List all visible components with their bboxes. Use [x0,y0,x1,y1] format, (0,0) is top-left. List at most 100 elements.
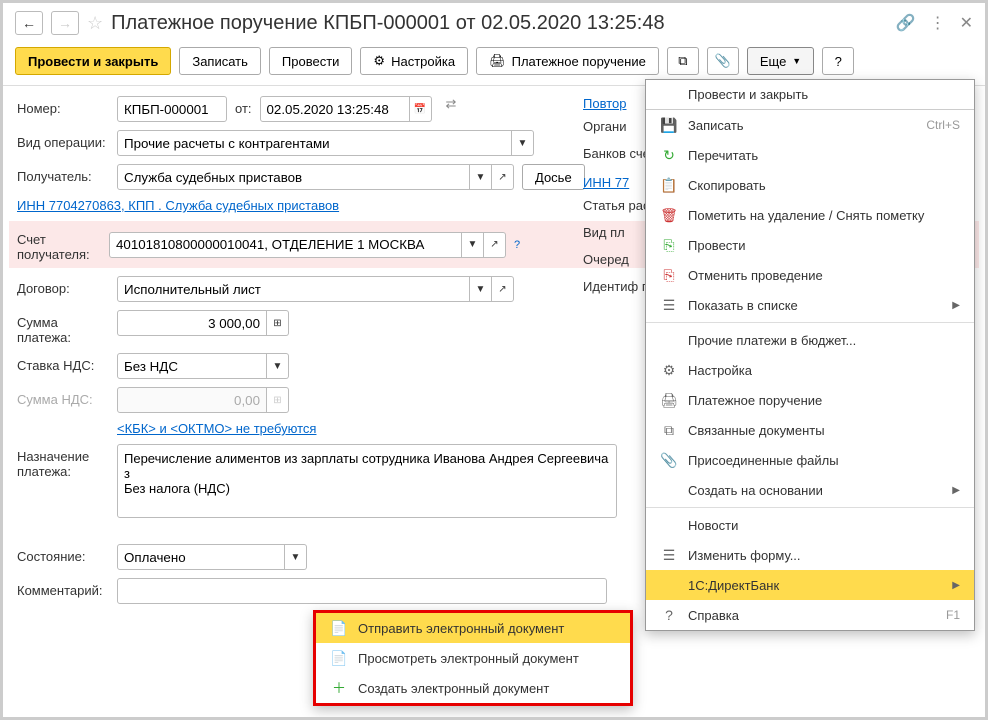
attach-button[interactable]: 📎 [707,47,739,75]
recip-acc-dropdown[interactable]: ▼ [462,232,484,258]
chevron-down-icon: ▼ [792,56,801,66]
state-context-menu: 📄 Отправить электронный документ 📄 Просм… [313,610,633,706]
menu-copy[interactable]: 📋 Скопировать [646,170,974,200]
chevron-right-icon: ▶ [952,300,960,311]
menu-view-edoc[interactable]: 📄 Просмотреть электронный документ [316,643,630,673]
paperclip-icon: 📎 [660,452,678,469]
close-window-icon[interactable]: ✕ [960,13,973,33]
menu-linked[interactable]: ⧉ Связанные документы [646,415,974,445]
calendar-button[interactable]: 📅 [410,96,432,122]
transfer-icon[interactable]: ⇄ [446,96,457,112]
menu-create-base[interactable]: Создать на основании ▶ [646,475,974,505]
menu-edit-form[interactable]: ☰ Изменить форму... [646,540,974,570]
menu-show-list[interactable]: ☰ Показать в списке ▶ [646,290,974,320]
comment-input[interactable] [117,578,607,604]
recip-acc-open[interactable]: ↗ [484,232,506,258]
link-icon[interactable]: 🔗 [896,13,916,33]
repeat-link[interactable]: Повтор [583,96,626,111]
vat-amount-label: Сумма НДС: [17,387,109,407]
menu-attached[interactable]: 📎 Присоединенные файлы [646,445,974,475]
recipient-dropdown[interactable]: ▼ [470,164,492,190]
linked-icon: ⧉ [660,422,678,439]
menu-news[interactable]: Новости [646,510,974,540]
state-input[interactable] [117,544,285,570]
contract-open[interactable]: ↗ [492,276,514,302]
chevron-right-icon: ▶ [952,580,960,591]
menu-unpost[interactable]: ⎘ Отменить проведение [646,260,974,290]
help-icon: ? [660,607,678,623]
more-button[interactable]: Еще ▼ [747,47,814,75]
menu-post[interactable]: ⎘ Провести [646,230,974,260]
forward-button[interactable]: → [51,11,79,35]
vat-rate-dropdown[interactable]: ▼ [267,353,289,379]
copy-icon: 📋 [660,177,678,194]
contract-input[interactable] [117,276,470,302]
kbk-oktmo-link[interactable]: <КБК> и <ОКТМО> не требуются [117,421,316,436]
kebab-menu-icon[interactable]: ⋮ [930,13,946,33]
vat-amount-calc: ⊞ [267,387,289,413]
add-icon: ＋ [330,678,348,698]
menu-save[interactable]: 💾 Записать Ctrl+S [646,110,974,140]
recipient-label: Получатель: [17,164,109,184]
back-button[interactable]: ← [15,11,43,35]
menu-print[interactable]: 🖨 Платежное поручение [646,385,974,415]
view-doc-icon: 📄 [330,650,348,667]
post-button[interactable]: Провести [269,47,353,75]
refresh-icon: ↻ [660,147,678,164]
queue-label: Очеред [583,252,629,267]
printer-icon: 🖨 [660,392,678,409]
save-button[interactable]: Записать [179,47,261,75]
print-button[interactable]: 🖨Платежное поручение [476,47,659,75]
comment-label: Комментарий: [17,578,109,598]
state-dropdown[interactable]: ▼ [285,544,307,570]
purpose-label: Назначение платежа: [17,444,109,479]
menu-post-close[interactable]: Провести и закрыть [646,80,974,110]
more-dropdown-menu: Провести и закрыть 💾 Записать Ctrl+S ↻ П… [645,79,975,631]
menu-reread[interactable]: ↻ Перечитать [646,140,974,170]
calendar-icon: 📅 [414,104,426,115]
menu-send-edoc[interactable]: 📄 Отправить электронный документ [316,613,630,643]
menu-other-budget[interactable]: Прочие платежи в бюджет... [646,325,974,355]
settings-button[interactable]: ⚙Настройка [360,47,468,75]
vat-rate-input[interactable] [117,353,267,379]
post-and-close-button[interactable]: Провести и закрыть [15,47,171,75]
date-input[interactable] [260,96,410,122]
menu-mark-delete[interactable]: 🗑 Пометить на удаление / Снять пометку [646,200,974,230]
state-label: Состояние: [17,544,109,564]
recipient-inn-link[interactable]: ИНН 7704270863, КПП . Служба судебных пр… [17,198,339,213]
number-input[interactable] [117,96,227,122]
inn2-link[interactable]: ИНН 77 [583,175,629,190]
vat-amount-input [117,387,267,413]
structure-button[interactable]: ⧉ [667,47,699,75]
op-type-label: Вид операции: [17,130,109,150]
purpose-textarea[interactable]: Перечисление алиментов из зарплаты сотру… [117,444,617,518]
recipient-input[interactable] [117,164,470,190]
list-icon: ☰ [660,297,678,314]
menu-settings[interactable]: ⚙ Настройка [646,355,974,385]
op-type-input[interactable] [117,130,512,156]
from-label: от: [235,96,252,116]
contract-dropdown[interactable]: ▼ [470,276,492,302]
amount-input[interactable] [117,310,267,336]
chevron-right-icon: ▶ [952,485,960,496]
printer-icon: 🖨 [489,53,506,69]
pay-type-label: Вид пл [583,225,625,240]
amount-calc[interactable]: ⊞ [267,310,289,336]
gear-icon: ⚙ [373,53,385,69]
amount-label: Сумма платежа: [17,310,109,345]
post-icon: ⎘ [660,237,678,254]
recip-acc-help[interactable]: ? [514,239,520,251]
recip-acc-input[interactable] [109,232,462,258]
menu-create-edoc[interactable]: ＋ Создать электронный документ [316,673,630,703]
dossier-button[interactable]: Досье [522,164,585,190]
save-icon: 💾 [660,117,678,134]
menu-help[interactable]: ? Справка F1 [646,600,974,630]
recip-acc-label: Счет получателя: [17,227,101,262]
contract-label: Договор: [17,276,109,296]
help-button[interactable]: ? [822,47,854,75]
favorite-star-icon[interactable]: ☆ [87,13,103,34]
op-type-dropdown[interactable]: ▼ [512,130,534,156]
calculator-icon: ⊞ [273,318,281,329]
recipient-open[interactable]: ↗ [492,164,514,190]
menu-directbank[interactable]: 1С:ДиректБанк ▶ [646,570,974,600]
